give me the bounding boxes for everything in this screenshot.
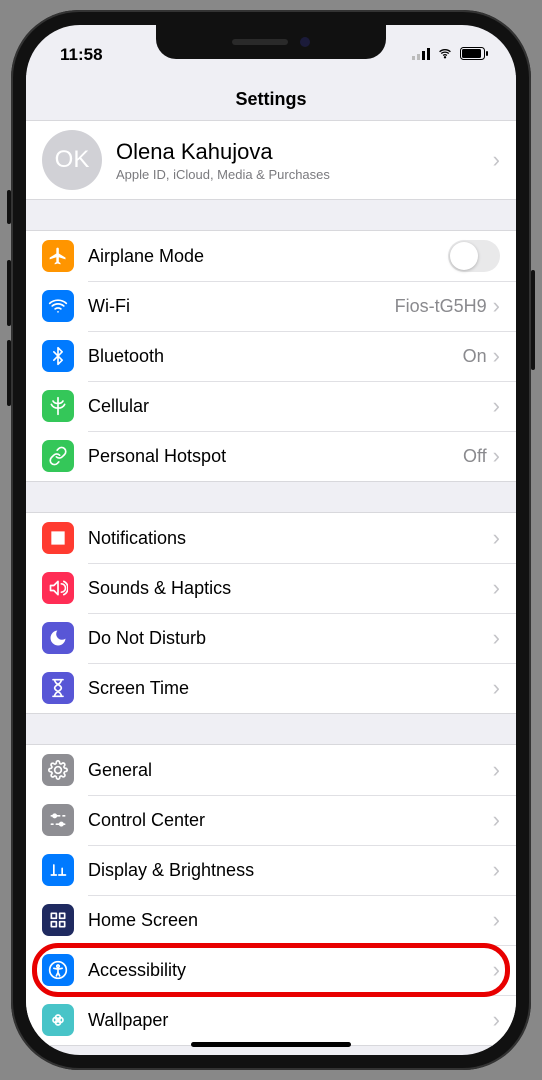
notification-icon: [42, 522, 74, 554]
chevron-right-icon: ›: [493, 959, 500, 981]
sounds-label: Sounds & Haptics: [88, 578, 493, 599]
battery-icon: [460, 45, 488, 65]
chevron-right-icon: ›: [493, 909, 500, 931]
wifi-value: Fios-tG5H9: [395, 296, 487, 317]
moon-icon: [42, 622, 74, 654]
sounds-row[interactable]: Sounds & Haptics›: [26, 563, 516, 613]
chevron-right-icon: ›: [493, 859, 500, 881]
accessibility-label: Accessibility: [88, 960, 493, 981]
bluetooth-value: On: [463, 346, 487, 367]
wallpaper-label: Wallpaper: [88, 1010, 493, 1031]
display-label: Display & Brightness: [88, 860, 493, 881]
homescreen-label: Home Screen: [88, 910, 493, 931]
bluetooth-icon: [42, 340, 74, 372]
chevron-right-icon: ›: [493, 445, 500, 467]
chevron-right-icon: ›: [493, 295, 500, 317]
flower-icon: [42, 1004, 74, 1036]
antenna-icon: [42, 390, 74, 422]
hotspot-value: Off: [463, 446, 487, 467]
wifi-row[interactable]: Wi-FiFios-tG5H9 ›: [26, 281, 516, 331]
chevron-right-icon: ›: [493, 395, 500, 417]
profile-name: Olena Kahujova: [116, 139, 493, 165]
profile-row[interactable]: OK Olena Kahujova Apple ID, iCloud, Medi…: [26, 121, 516, 199]
dnd-label: Do Not Disturb: [88, 628, 493, 649]
bluetooth-row[interactable]: BluetoothOn ›: [26, 331, 516, 381]
status-time: 11:58: [60, 45, 103, 65]
hotspot-row[interactable]: Personal HotspotOff ›: [26, 431, 516, 481]
controlcenter-label: Control Center: [88, 810, 493, 831]
page-title: Settings: [26, 75, 516, 120]
accessibility-row[interactable]: Accessibility›: [26, 945, 516, 995]
avatar: OK: [42, 130, 102, 190]
wifi-label: Wi-Fi: [88, 296, 395, 317]
gear-icon: [42, 754, 74, 786]
wifi-icon: [42, 290, 74, 322]
notifications-row[interactable]: Notifications›: [26, 513, 516, 563]
chevron-right-icon: ›: [493, 577, 500, 599]
speaker-icon: [42, 572, 74, 604]
chevron-right-icon: ›: [493, 149, 500, 171]
controlcenter-row[interactable]: Control Center›: [26, 795, 516, 845]
dnd-row[interactable]: Do Not Disturb›: [26, 613, 516, 663]
bluetooth-label: Bluetooth: [88, 346, 463, 367]
wallpaper-row[interactable]: Wallpaper›: [26, 995, 516, 1045]
chevron-right-icon: ›: [493, 677, 500, 699]
airplane-label: Airplane Mode: [88, 246, 448, 267]
airplane-toggle[interactable]: [448, 240, 500, 272]
switches-icon: [42, 804, 74, 836]
homescreen-row[interactable]: Home Screen›: [26, 895, 516, 945]
hotspot-label: Personal Hotspot: [88, 446, 463, 467]
hourglass-icon: [42, 672, 74, 704]
general-row[interactable]: General›: [26, 745, 516, 795]
link-icon: [42, 440, 74, 472]
chevron-right-icon: ›: [493, 809, 500, 831]
general-label: General: [88, 760, 493, 781]
profile-subtitle: Apple ID, iCloud, Media & Purchases: [116, 167, 493, 182]
cellular-signal-icon: [412, 45, 430, 65]
cellular-label: Cellular: [88, 396, 493, 417]
chevron-right-icon: ›: [493, 759, 500, 781]
text-size-icon: [42, 854, 74, 886]
airplane-icon: [42, 240, 74, 272]
screentime-label: Screen Time: [88, 678, 493, 699]
chevron-right-icon: ›: [493, 345, 500, 367]
notifications-label: Notifications: [88, 528, 493, 549]
screentime-row[interactable]: Screen Time›: [26, 663, 516, 713]
display-row[interactable]: Display & Brightness›: [26, 845, 516, 895]
accessibility-icon: [42, 954, 74, 986]
airplane-row[interactable]: Airplane Mode: [26, 231, 516, 281]
cellular-row[interactable]: Cellular›: [26, 381, 516, 431]
chevron-right-icon: ›: [493, 1009, 500, 1031]
chevron-right-icon: ›: [493, 527, 500, 549]
home-indicator[interactable]: [191, 1042, 351, 1047]
chevron-right-icon: ›: [493, 627, 500, 649]
wifi-signal-icon: [436, 45, 454, 65]
grid-icon: [42, 904, 74, 936]
